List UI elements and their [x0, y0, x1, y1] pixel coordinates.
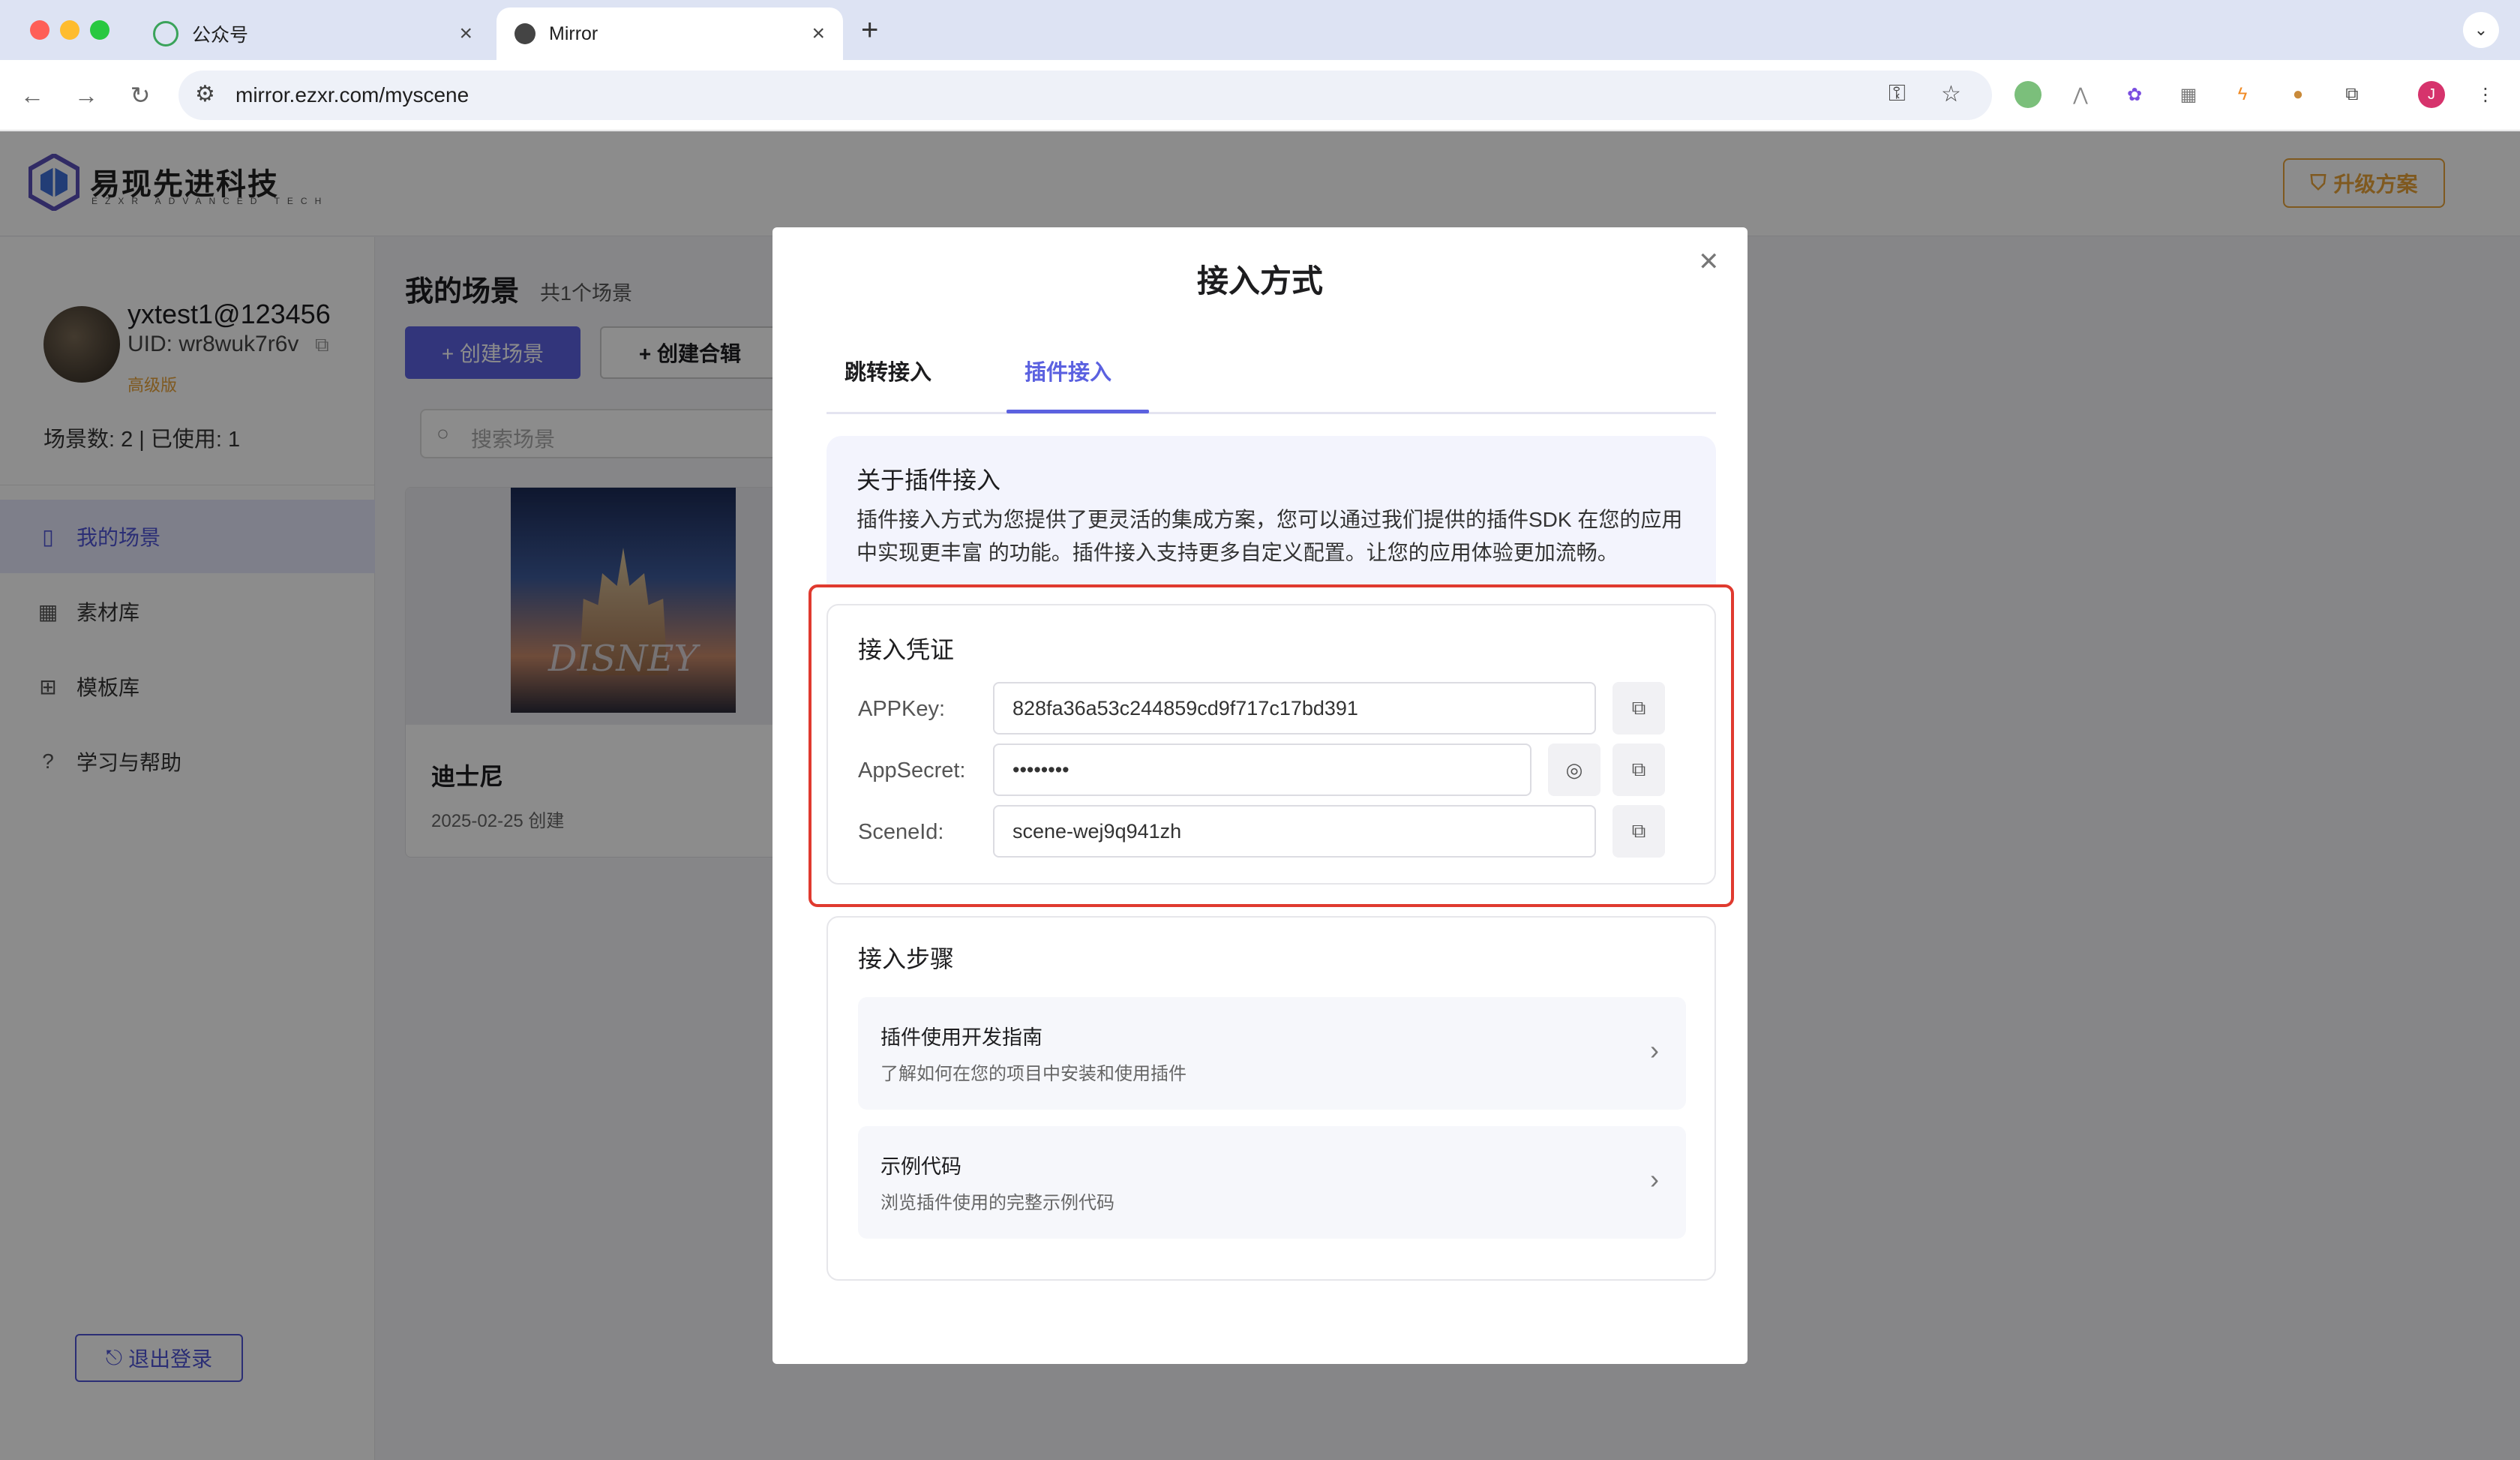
tab-search-chevron-icon[interactable]: ⌄ [2463, 12, 2499, 48]
extension-openai-icon[interactable]: ✿ [2121, 81, 2148, 108]
integration-steps-section: 接入步骤 插件使用开发指南 了解如何在您的项目中安装和使用插件 › 示例代码 浏… [826, 916, 1716, 1281]
tab-close-icon[interactable]: × [459, 21, 472, 47]
access-method-modal: 接入方式 ✕ 跳转接入 插件接入 关于插件接入 插件接入方式为您提供了更灵活的集… [772, 227, 1748, 1364]
site-settings-icon[interactable]: ⚙ [195, 81, 215, 107]
steps-title: 接入步骤 [858, 945, 955, 972]
about-plugin-section: 关于插件接入 插件接入方式为您提供了更灵活的集成方案，您可以通过我们提供的插件S… [826, 436, 1716, 586]
password-key-icon[interactable]: ⚿ [1888, 81, 1906, 107]
reload-icon[interactable]: ↻ [122, 77, 159, 114]
browser-tab-label: 公众号 [192, 25, 249, 46]
window-close-button[interactable] [30, 20, 50, 40]
globe-favicon-icon [514, 23, 536, 44]
tab-redirect-access[interactable]: 跳转接入 [844, 355, 932, 386]
extension-green-icon[interactable] [2014, 81, 2042, 108]
window-minimize-button[interactable] [60, 20, 80, 40]
highlight-annotation-box [808, 584, 1734, 907]
active-tab-indicator [1006, 410, 1149, 413]
extensions-puzzle-icon[interactable]: ⧉ [2338, 81, 2366, 108]
browser-toolbar: ← → ↻ ⚙ mirror.ezxr.com/myscene ⚿ ☆ ⋀ ✿ … [0, 60, 2520, 131]
extension-bolt-icon[interactable]: ϟ [2229, 81, 2256, 108]
step-sample-code[interactable]: 示例代码 浏览插件使用的完整示例代码 › [858, 1126, 1686, 1239]
back-arrow-icon[interactable]: ← [14, 77, 51, 114]
bookmark-star-icon[interactable]: ☆ [1941, 81, 1961, 107]
step-description: 浏览插件使用的完整示例代码 [880, 1193, 1114, 1213]
close-icon[interactable]: ✕ [1698, 247, 1720, 277]
browser-tab-wechat[interactable]: 公众号 × [135, 8, 490, 60]
extension-cookie-icon[interactable]: ● [2284, 81, 2312, 108]
browser-tab-mirror[interactable]: Mirror × [496, 8, 843, 60]
about-plugin-title: 关于插件接入 [856, 467, 1001, 494]
url-text[interactable]: mirror.ezxr.com/myscene [236, 83, 469, 107]
step-dev-guide[interactable]: 插件使用开发指南 了解如何在您的项目中安装和使用插件 › [858, 997, 1686, 1110]
window-zoom-button[interactable] [90, 20, 110, 40]
modal-title: 接入方式 [1196, 263, 1323, 299]
wechat-mp-favicon-icon [153, 21, 178, 47]
address-bar[interactable]: ⚙ mirror.ezxr.com/myscene ⚿ ☆ [178, 71, 1992, 120]
about-plugin-text: 插件接入方式为您提供了更灵活的集成方案，您可以通过我们提供的插件SDK 在您的应… [856, 508, 1683, 564]
browser-tab-label: Mirror [549, 23, 598, 44]
tab-divider [826, 412, 1716, 414]
step-description: 了解如何在您的项目中安装和使用插件 [880, 1064, 1186, 1084]
step-title: 插件使用开发指南 [880, 1026, 1042, 1049]
extension-mountain-icon[interactable]: ⋀ [2067, 81, 2094, 108]
browser-menu-icon[interactable]: ⋮ [2472, 81, 2499, 108]
tab-plugin-access[interactable]: 插件接入 [1024, 355, 1112, 386]
step-title: 示例代码 [880, 1155, 962, 1178]
chevron-right-icon: › [1650, 1164, 1659, 1194]
browser-tab-strip: 公众号 × Mirror × + ⌄ [0, 0, 2520, 60]
extension-puzzle-gray-icon[interactable]: ▦ [2175, 81, 2202, 108]
tab-close-icon[interactable]: × [812, 21, 825, 47]
forward-arrow-icon[interactable]: → [68, 77, 105, 114]
chevron-right-icon: › [1650, 1035, 1659, 1065]
profile-avatar[interactable]: J [2418, 81, 2445, 108]
new-tab-button[interactable]: + [861, 14, 878, 47]
